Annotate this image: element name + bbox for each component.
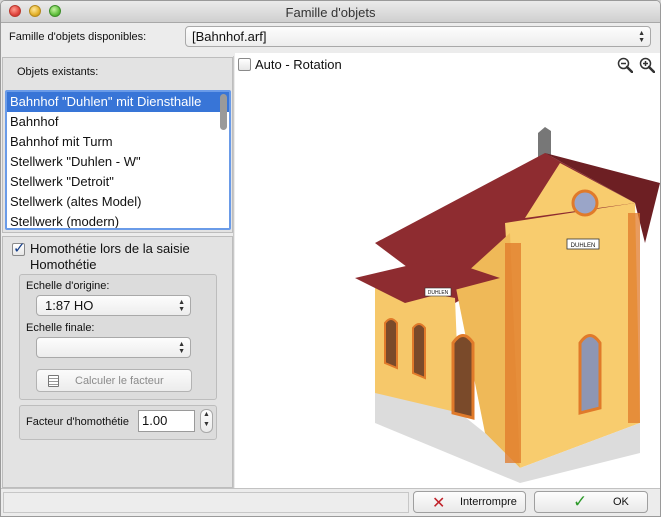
dialog-window: Famille d'objets Famille d'objets dispon… [0,0,661,517]
family-label: Famille d'objets disponibles: [9,31,147,43]
annex-window [384,318,398,370]
zoom-out-icon[interactable] [617,57,633,73]
list-item[interactable]: Stellwerk (altes Model) [7,192,229,212]
annex-sign-text: DUHLEN [428,290,449,296]
station-sign-text: DUHLEN [571,243,596,249]
arched-window [578,334,602,415]
bottom-bar: ✕ Interrompre ✓ OK [1,488,660,516]
list-item[interactable]: Bahnhof "Duhlen" mit Diensthalle [7,92,229,112]
select-arrows-icon: ▲ ▼ [178,341,185,355]
window-title: Famille d'objets [285,5,376,20]
select-arrows-icon: ▲ ▼ [638,30,645,44]
list-item[interactable]: Bahnhof [7,112,229,132]
factor-group: Facteur d'homothétie 1.00 ▲ ▼ [19,405,217,440]
ok-button-label: OK [613,496,629,508]
status-field [3,492,409,513]
family-select[interactable]: [Bahnhof.arf] ▲ ▼ [185,26,651,47]
list-item[interactable]: Stellwerk "Detroit" [7,172,229,192]
cancel-x-icon: ✕ [432,495,446,512]
list-item[interactable]: Stellwerk "Duhlen - W" [7,152,229,172]
round-window [571,189,599,217]
3d-viewport[interactable]: Auto - Rotation DUHLEN DUHLEN [235,53,660,488]
origin-scale-value: 1:87 HO [45,298,94,313]
scale-group: Echelle d'origine: 1:87 HO ▲ ▼ Echelle fi… [19,274,217,400]
list-item[interactable]: Stellwerk (modern) [7,212,229,228]
list-item[interactable]: Bahnhof mit Turm [7,132,229,152]
auto-rotation-label: Auto - Rotation [255,57,342,72]
select-arrows-icon: ▲ ▼ [178,299,185,313]
homothetie-group-title: Homothétie [30,257,97,272]
factor-label: Facteur d'homothétie [26,416,129,428]
left-panel: Objets existants: Bahnhof "Duhlen" mit D… [1,56,234,488]
origin-scale-label: Echelle d'origine: [26,280,110,292]
checkmark-icon: ✓ [13,240,26,257]
family-selected-value: [Bahnhof.arf] [192,29,267,44]
title-bar: Famille d'objets [1,1,660,23]
calculator-icon [48,375,59,387]
calculate-factor-label: Calculer le facteur [75,375,164,387]
brick-corner [628,213,640,423]
cancel-button-label: Interrompre [460,496,517,508]
calculate-factor-button[interactable]: Calculer le facteur [36,369,192,392]
objects-list[interactable]: Bahnhof "Duhlen" mit Diensthalle Bahnhof… [5,90,231,230]
factor-input[interactable]: 1.00 [138,410,195,432]
auto-rotation-checkbox[interactable] [238,58,251,71]
objects-section: Objets existants: Bahnhof "Duhlen" mit D… [2,57,233,233]
family-row: Famille d'objets disponibles: [Bahnhof.a… [1,24,660,52]
cancel-button[interactable]: ✕ Interrompre [413,491,526,513]
zoom-in-icon[interactable] [639,57,655,73]
building-preview: DUHLEN DUHLEN [355,127,660,483]
final-scale-label: Echelle finale: [26,322,95,334]
brick-corner [505,243,521,463]
origin-scale-select[interactable]: 1:87 HO ▲ ▼ [36,295,191,316]
homothetie-checkbox-label: Homothétie lors de la saisie [30,241,190,256]
final-scale-select[interactable]: ▲ ▼ [36,337,191,358]
homothetie-section: ✓ Homothétie lors de la saisie Homothéti… [2,236,233,488]
homothetie-checkbox[interactable]: ✓ [12,240,26,257]
objects-label: Objets existants: [17,66,99,78]
arched-door [451,334,475,420]
list-scrollbar[interactable] [220,94,227,130]
factor-stepper[interactable]: ▲ ▼ [200,409,213,433]
ok-check-icon: ✓ [573,492,588,511]
ok-button[interactable]: ✓ OK [534,491,648,513]
annex-window [412,323,426,380]
